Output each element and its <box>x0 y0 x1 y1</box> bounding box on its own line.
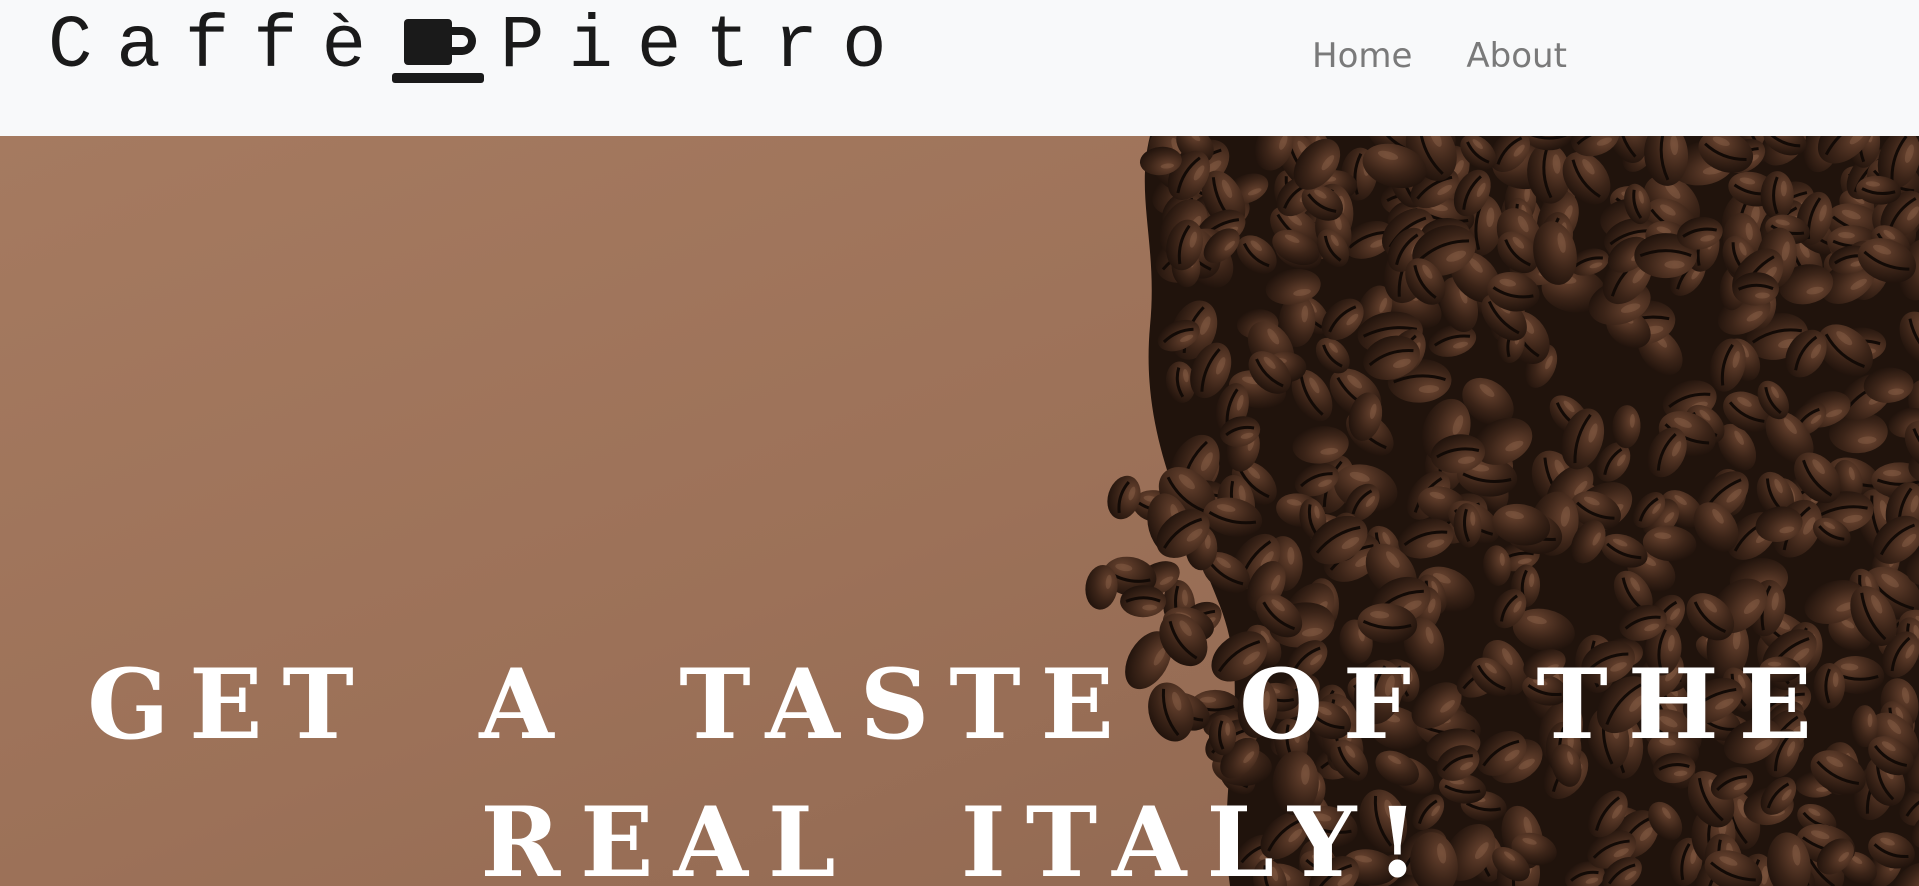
navbar: Caffè Pietro Home About <box>0 0 1919 136</box>
nav-link-about[interactable]: About <box>1466 32 1567 80</box>
brand-name-part-1: Caffè <box>48 5 391 89</box>
hero-section: GET A TASTE OF THE REAL ITALY! <box>0 136 1919 886</box>
nav-links: Home About <box>1312 32 1567 80</box>
nav-link-home[interactable]: Home <box>1312 32 1412 80</box>
coffee-cup-icon <box>392 19 485 83</box>
brand-name-part-2: Pietro <box>500 5 911 89</box>
brand-logo-link[interactable]: Caffè Pietro <box>48 2 911 92</box>
hero-headline: GET A TASTE OF THE REAL ITALY! <box>87 648 1832 886</box>
